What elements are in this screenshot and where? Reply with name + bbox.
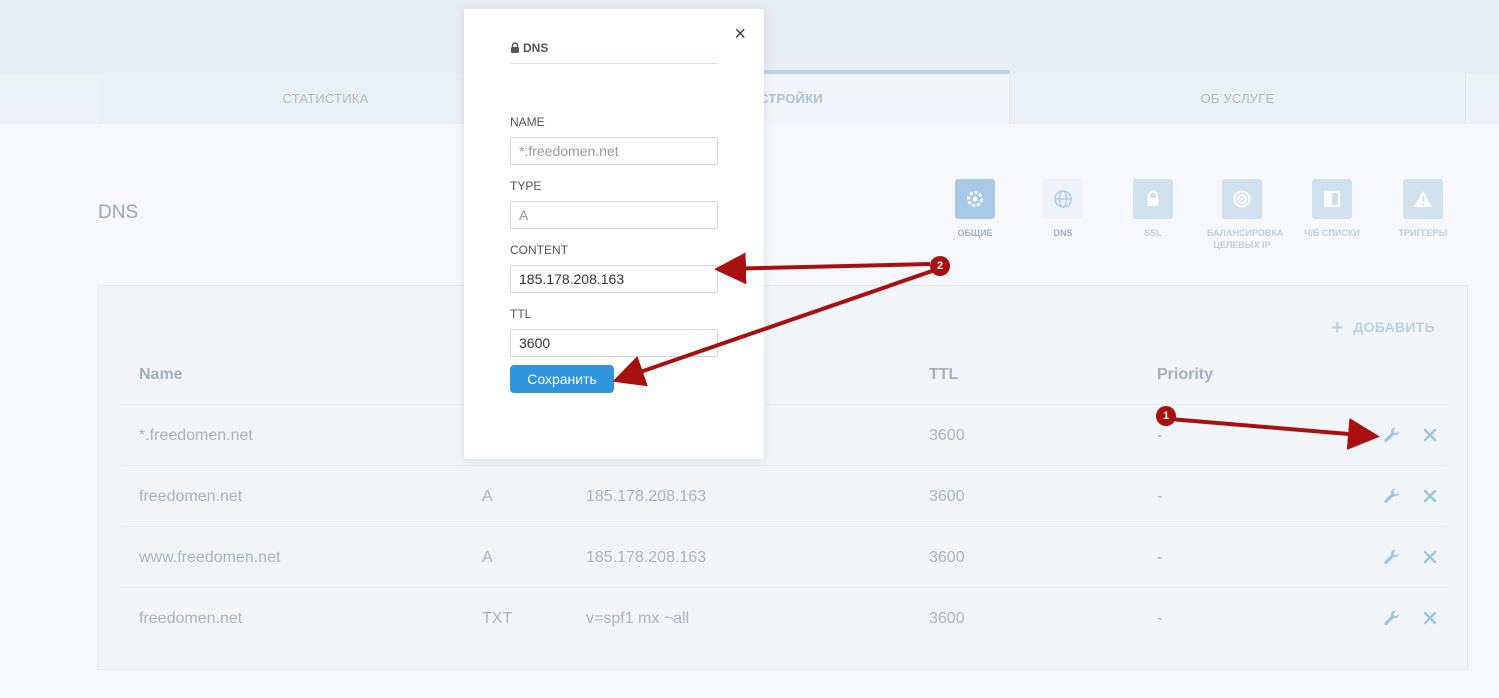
ttl-field[interactable] bbox=[510, 329, 718, 357]
dialog-title-text: DNS bbox=[523, 41, 549, 55]
close-icon[interactable]: × bbox=[734, 23, 746, 46]
settings-dns-label: DNS bbox=[1053, 228, 1073, 238]
lock-icon bbox=[511, 42, 519, 53]
annotation-badge-1: 1 bbox=[1156, 406, 1176, 426]
delete-icon[interactable] bbox=[1421, 487, 1439, 505]
record-name: freedomen.net bbox=[139, 488, 243, 505]
table-row: *.freedomen.net 3600 - bbox=[121, 404, 1447, 465]
record-ttl: 3600 bbox=[929, 610, 965, 627]
column-header-name: Name bbox=[139, 366, 183, 383]
record-type: A bbox=[482, 549, 493, 566]
delete-icon[interactable] bbox=[1421, 426, 1439, 444]
name-field[interactable] bbox=[510, 137, 718, 165]
wrench-icon[interactable] bbox=[1383, 487, 1401, 505]
section-title: DNS bbox=[98, 202, 139, 223]
settings-ssl[interactable]: SSL bbox=[1118, 179, 1188, 239]
content-field-label: CONTENT bbox=[510, 243, 568, 257]
record-ttl: 3600 bbox=[929, 549, 965, 566]
record-priority: - bbox=[1157, 549, 1163, 566]
wrench-icon[interactable] bbox=[1383, 426, 1401, 444]
record-priority: - bbox=[1157, 610, 1163, 627]
settings-balancing-label: Балансировка целевых IP bbox=[1207, 228, 1284, 250]
dns-records-card: + Добавить Name TTL Priority *.freedomen.… bbox=[98, 285, 1468, 670]
column-header-ttl: TTL bbox=[929, 366, 959, 383]
tab-about[interactable]: Об услуге bbox=[1010, 74, 1466, 124]
record-type: TXT bbox=[482, 610, 513, 627]
record-content: v=spf1 mx ~all bbox=[586, 610, 690, 627]
content-field[interactable] bbox=[510, 265, 718, 293]
wrench-icon[interactable] bbox=[1383, 548, 1401, 566]
settings-triggers-label: Триггеры bbox=[1398, 228, 1448, 238]
panel-icon bbox=[1312, 179, 1352, 219]
settings-balancing[interactable]: Балансировка целевых IP bbox=[1207, 179, 1284, 251]
table-row: freedomen.net TXT v=spf1 mx ~all 3600 - bbox=[121, 587, 1447, 648]
record-content: 185.178.208.163 bbox=[586, 549, 707, 566]
column-header-priority: Priority bbox=[1157, 366, 1214, 383]
dns-record-dialog: × DNS NAME TYPE CONTENT TTL Сохранить bbox=[464, 9, 764, 459]
table-row: www.freedomen.net A 185.178.208.163 3600… bbox=[121, 526, 1447, 587]
target-icon bbox=[1222, 179, 1262, 219]
plus-icon: + bbox=[1331, 317, 1344, 339]
delete-icon[interactable] bbox=[1421, 609, 1439, 627]
delete-icon[interactable] bbox=[1421, 548, 1439, 566]
ttl-field-label: TTL bbox=[510, 307, 532, 321]
record-content: 185.178.208.163 bbox=[586, 488, 707, 505]
add-record-label: Добавить bbox=[1353, 319, 1435, 335]
record-name: www.freedomen.net bbox=[139, 549, 281, 566]
lock-icon bbox=[1133, 179, 1173, 219]
add-record-button[interactable]: + Добавить bbox=[1331, 317, 1435, 340]
settings-triggers[interactable]: Триггеры bbox=[1388, 179, 1458, 239]
record-ttl: 3600 bbox=[929, 488, 965, 505]
record-name: *.freedomen.net bbox=[139, 427, 253, 444]
wrench-icon[interactable] bbox=[1383, 609, 1401, 627]
globe-icon bbox=[1043, 179, 1083, 219]
type-field[interactable] bbox=[510, 201, 718, 229]
settings-ssl-label: SSL bbox=[1144, 228, 1162, 238]
settings-icon-bar: Общие DNS SSL Балансировка целевых IP Ч/… bbox=[940, 179, 1460, 259]
save-button[interactable]: Сохранить bbox=[510, 365, 614, 393]
dialog-title: DNS bbox=[510, 41, 718, 64]
settings-dns[interactable]: DNS bbox=[1028, 179, 1098, 239]
record-priority: - bbox=[1157, 488, 1163, 505]
record-name: freedomen.net bbox=[139, 610, 243, 627]
record-type: A bbox=[482, 488, 493, 505]
name-field-label: NAME bbox=[510, 115, 545, 129]
settings-lists[interactable]: Ч/Б списки bbox=[1297, 179, 1367, 239]
type-field-label: TYPE bbox=[510, 179, 542, 193]
gear-icon bbox=[955, 179, 995, 219]
table-row: freedomen.net A 185.178.208.163 3600 - bbox=[121, 465, 1447, 526]
settings-general[interactable]: Общие bbox=[940, 179, 1010, 239]
settings-lists-label: Ч/Б списки bbox=[1304, 228, 1360, 238]
annotation-badge-2: 2 bbox=[930, 256, 950, 276]
settings-general-label: Общие bbox=[957, 228, 993, 238]
record-ttl: 3600 bbox=[929, 427, 965, 444]
warning-icon bbox=[1403, 179, 1443, 219]
